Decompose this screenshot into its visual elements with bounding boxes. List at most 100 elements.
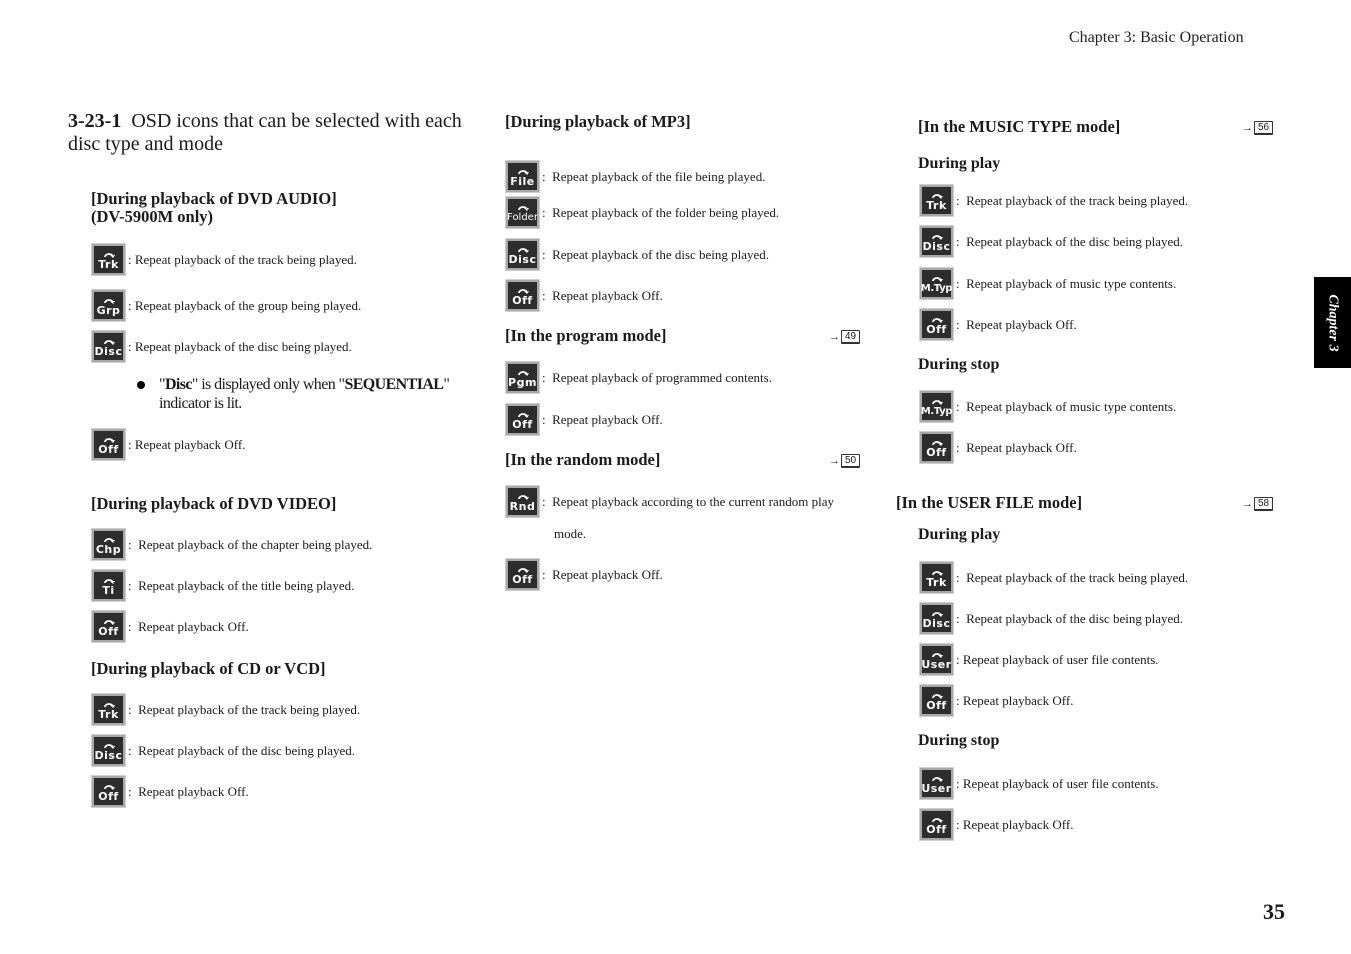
item-description: : Repeat playback Off. bbox=[956, 439, 1077, 455]
repeat-disc-icon: Disc bbox=[919, 225, 954, 258]
list-item: Trk : Repeat playback of the track being … bbox=[91, 693, 361, 726]
book-icon: 50 bbox=[841, 454, 861, 468]
repeat-user-icon: User bbox=[919, 767, 954, 800]
list-item: Disc: Repeat playback of the disc being … bbox=[505, 238, 769, 271]
item-description: : Repeat playback Off. bbox=[956, 816, 1074, 832]
dvd-video-heading: [During playback of DVD VIDEO] bbox=[91, 494, 337, 513]
icon-label: Trk bbox=[926, 575, 947, 589]
item-description: : Repeat playback Off. bbox=[956, 692, 1074, 708]
repeat-off-icon: Off bbox=[919, 308, 954, 341]
list-item: Disc : Repeat playback of the disc being … bbox=[91, 330, 352, 363]
dvd-audio-heading: [During playback of DVD AUDIO] (DV-5900M… bbox=[91, 190, 337, 226]
list-item: Off: Repeat playback Off. bbox=[919, 808, 1074, 841]
user-file-page-ref[interactable]: → 58 bbox=[1242, 497, 1274, 511]
repeat-off-icon: Off bbox=[91, 428, 126, 461]
item-description: : Repeat playback of the disc being play… bbox=[956, 610, 1184, 626]
arrow-icon: → bbox=[829, 455, 840, 467]
item-description: : Repeat playback of the track being pla… bbox=[956, 192, 1189, 208]
user-file-stop-heading: During stop bbox=[918, 732, 1000, 749]
item-description: : Repeat playback of the disc being play… bbox=[128, 338, 352, 354]
arrow-icon: → bbox=[1242, 498, 1253, 510]
icon-label: Off bbox=[512, 417, 533, 431]
book-icon: 49 bbox=[841, 330, 861, 344]
icon-label: Trk bbox=[926, 198, 947, 212]
item-description: : Repeat playback Off. bbox=[956, 316, 1077, 332]
icon-label: Disc bbox=[94, 748, 123, 762]
repeat-grp-icon: Grp bbox=[91, 289, 126, 322]
user-file-heading: [In the USER FILE mode] bbox=[896, 493, 1083, 512]
random-page-ref[interactable]: → 50 bbox=[829, 454, 861, 468]
repeat-disc-icon: Disc bbox=[91, 734, 126, 767]
item-description: : Repeat playback of user file contents. bbox=[956, 775, 1159, 791]
list-item: Pgm: Repeat playback of programmed conte… bbox=[505, 361, 772, 394]
icon-label: Off bbox=[98, 442, 119, 456]
chapter-tab-label: Chapter 3 bbox=[1325, 293, 1341, 352]
icon-label: Folder bbox=[507, 211, 538, 223]
repeat-off-icon: Off bbox=[919, 431, 954, 464]
music-type-page-ref[interactable]: → 56 bbox=[1242, 121, 1274, 135]
repeat-trk-icon: Trk bbox=[91, 243, 126, 276]
icon-label: Disc bbox=[922, 616, 951, 630]
icon-label: Off bbox=[926, 698, 947, 712]
repeat-off-icon: Off bbox=[91, 775, 126, 808]
repeat-off-icon: Off bbox=[505, 403, 540, 436]
running-head: Chapter 3: Basic Operation bbox=[1069, 29, 1244, 46]
list-item: M.Typ: Repeat playback of music type con… bbox=[919, 267, 1176, 300]
page-number: 35 bbox=[1263, 899, 1285, 924]
item-description: : Repeat playback of the title being pla… bbox=[128, 577, 355, 593]
item-description: : Repeat playback Off. bbox=[128, 618, 249, 634]
arrow-icon: → bbox=[829, 331, 840, 343]
section-number: 3-23-1 bbox=[68, 110, 122, 132]
cd-vcd-heading: [During playback of CD or VCD] bbox=[91, 659, 326, 678]
random-heading: [In the random mode] bbox=[505, 450, 661, 469]
list-item: Off : Repeat playback Off. bbox=[91, 775, 249, 808]
repeat-off-icon: Off bbox=[91, 610, 126, 643]
list-item: Off: Repeat playback Off. bbox=[505, 279, 663, 312]
repeat-off-icon: Off bbox=[505, 279, 540, 312]
icon-label: Rnd bbox=[509, 499, 536, 513]
dvd-audio-heading-text: [During playback of DVD AUDIO] bbox=[91, 189, 337, 208]
icon-label: Trk bbox=[98, 707, 119, 721]
user-file-play-heading: During play bbox=[918, 526, 1001, 543]
repeat-pgm-icon: Pgm bbox=[505, 361, 540, 394]
icon-label: Off bbox=[926, 322, 947, 336]
item-description: : Repeat playback Off. bbox=[542, 566, 663, 582]
icon-label: Disc bbox=[922, 239, 951, 253]
item-description: : Repeat playback Off. bbox=[128, 783, 249, 799]
list-item: Disc : Repeat playback of the disc being … bbox=[919, 225, 1184, 258]
dvd-audio-subheading: (DV-5900M only) bbox=[91, 207, 214, 226]
list-item: Disc: Repeat playback of the disc being … bbox=[91, 734, 355, 767]
icon-label: Disc bbox=[94, 344, 123, 358]
item-description: : Repeat playback of the track being pla… bbox=[128, 701, 361, 717]
program-page-ref[interactable]: → 49 bbox=[829, 330, 861, 344]
list-item: Folder : Repeat playback of the folder be… bbox=[505, 196, 780, 229]
repeat-off-icon: Off bbox=[505, 558, 540, 591]
list-item: User : Repeat playback of user file conte… bbox=[919, 767, 1159, 800]
list-item: Off : Repeat playback Off. bbox=[919, 684, 1074, 717]
list-item: Trk : Repeat playback of the track being … bbox=[919, 184, 1189, 217]
item-description: : Repeat playback of the disc being play… bbox=[956, 233, 1184, 249]
list-item: Off : Repeat playback Off. bbox=[91, 428, 246, 461]
item-description: : Repeat playback of user file contents. bbox=[956, 651, 1159, 667]
repeat-disc-icon: Disc bbox=[919, 602, 954, 635]
item-description: : Repeat playback of the file being play… bbox=[542, 168, 766, 184]
icon-label: Off bbox=[98, 789, 119, 803]
section-title: 3-23-1 OSD icons that can be selected wi… bbox=[68, 110, 468, 156]
icon-label: Grp bbox=[96, 303, 121, 317]
list-item: M.Typ: Repeat playback of music type con… bbox=[919, 390, 1177, 423]
icon-label: Chp bbox=[95, 542, 122, 556]
icon-label: User bbox=[921, 781, 952, 795]
icon-label: User bbox=[921, 657, 952, 671]
book-icon: 56 bbox=[1254, 121, 1274, 135]
icon-label: M.Typ bbox=[920, 282, 953, 294]
icon-label: M.Typ bbox=[920, 405, 953, 417]
item-description: : Repeat playback of the folder being pl… bbox=[542, 204, 780, 220]
repeat-trk-icon: Trk bbox=[91, 693, 126, 726]
repeat-disc-icon: Disc bbox=[505, 238, 540, 271]
item-description: : Repeat playback of music type contents… bbox=[956, 398, 1177, 414]
repeat-off-icon: Off bbox=[919, 808, 954, 841]
list-item: Ti: Repeat playback of the title being p… bbox=[91, 569, 355, 602]
music-type-heading: [In the MUSIC TYPE mode] bbox=[918, 117, 1121, 136]
item-description: : Repeat playback Off. bbox=[128, 436, 246, 452]
repeat-user-icon: User bbox=[919, 643, 954, 676]
